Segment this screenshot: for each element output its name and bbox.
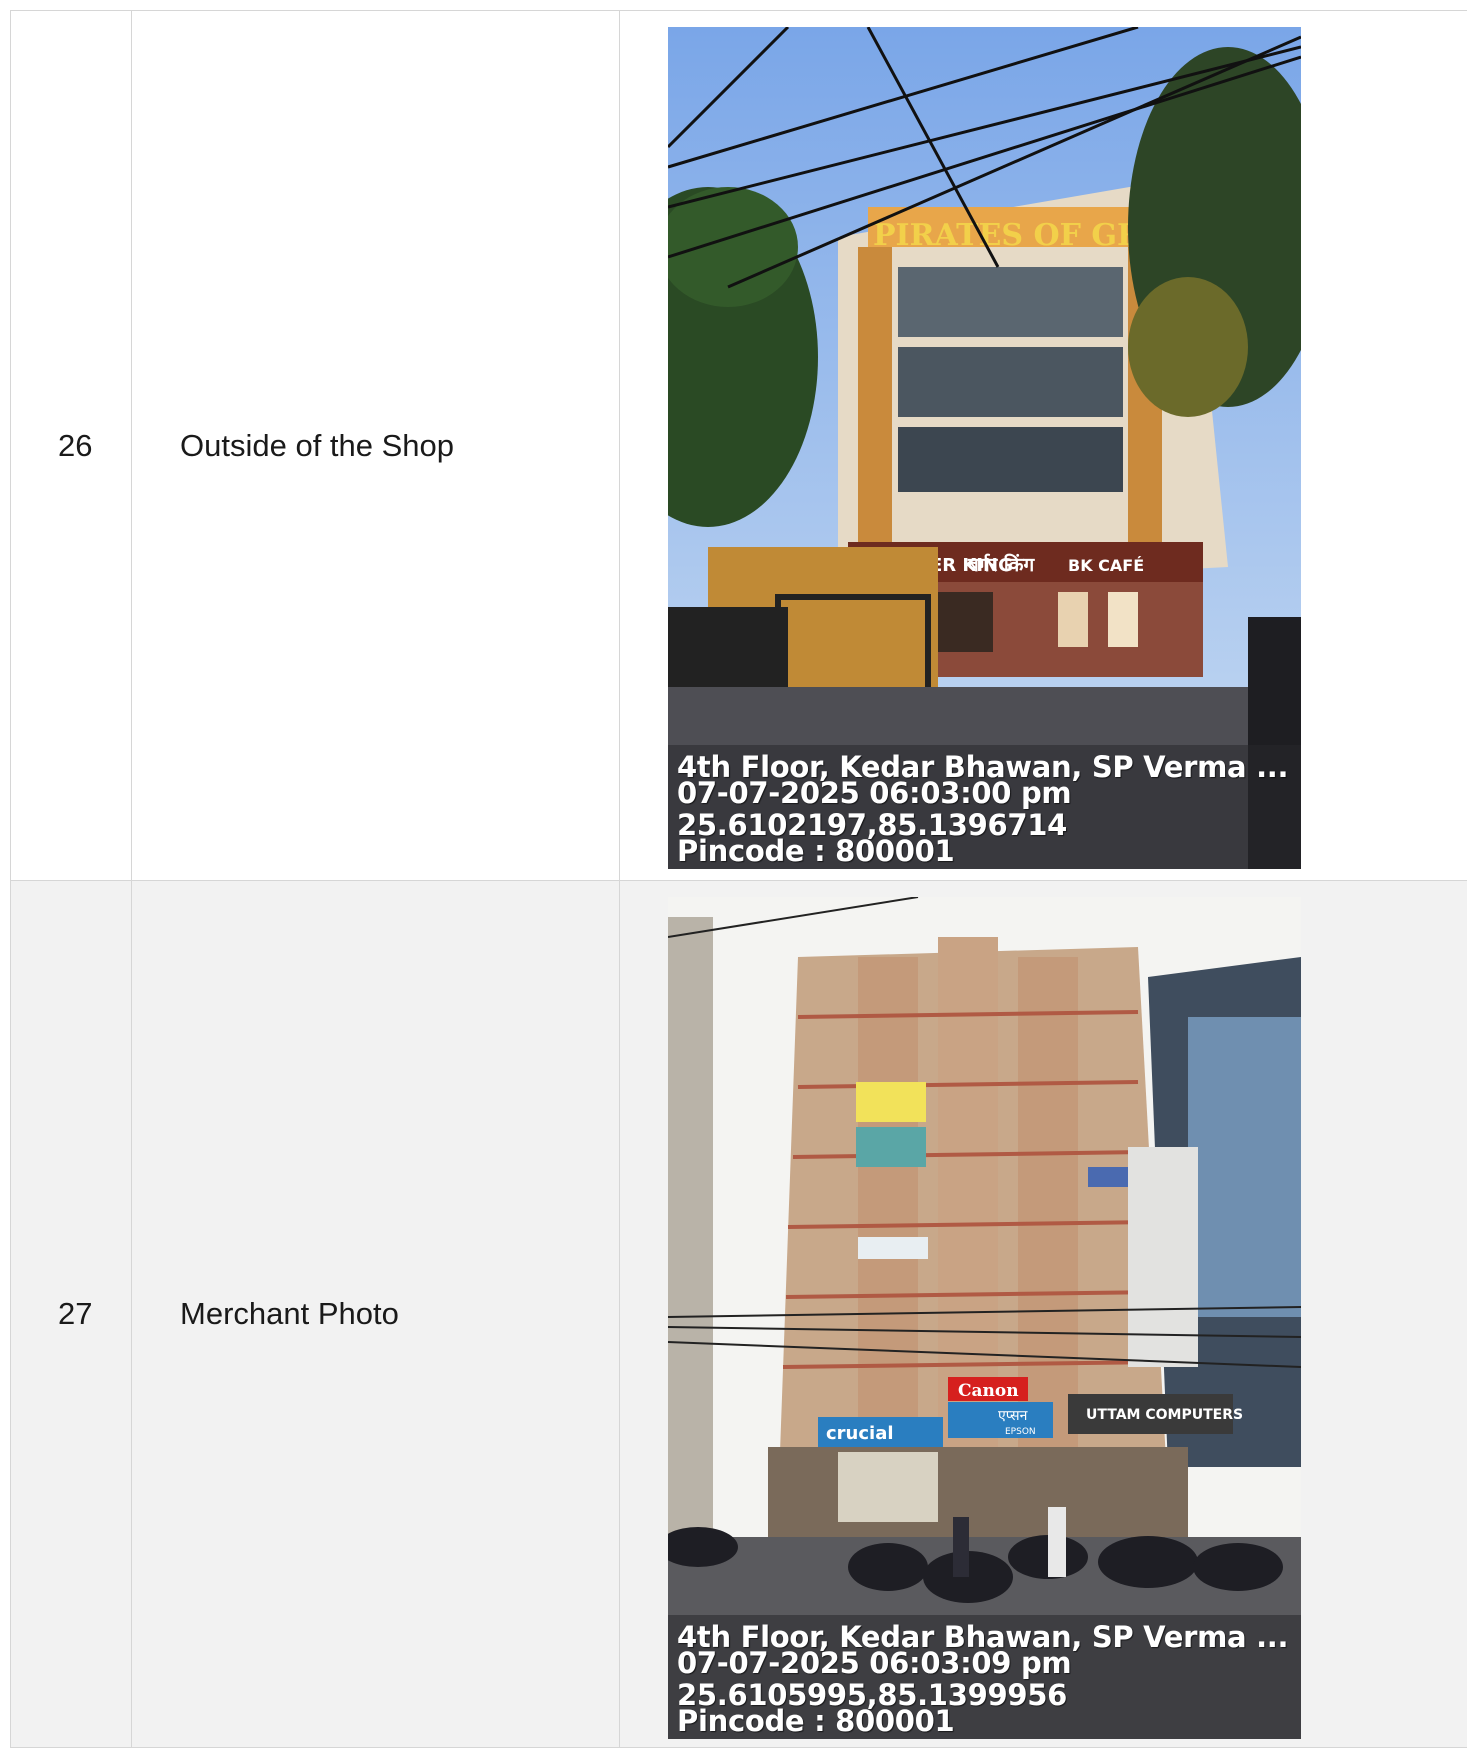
canon-sign: Canon [958, 1381, 1019, 1401]
row-label: Merchant Photo [180, 1296, 399, 1331]
storefront-image: PIRATES OF GRILL BURGER KING बर्गर किंग … [668, 27, 1301, 869]
row-label-cell: Merchant Photo [131, 881, 619, 1747]
stamp-datetime: 07-07-2025 06:03:09 pm [677, 1646, 1072, 1680]
geo-stamp: 4th Floor, Kedar Bhawan, SP Verma ... 07… [668, 1615, 1301, 1739]
table-row: 26 Outside of the Shop PIRATES OF GRILL … [10, 11, 1467, 881]
shop-sign: UTTAM COMPUTERS [1086, 1407, 1243, 1423]
merchant-photo[interactable]: Canon एप्सन EPSON crucial UTTAM COMPUTER… [668, 897, 1301, 1739]
crucial-sign: crucial [826, 1423, 894, 1444]
store-sign-hindi: बर्गर किंग [967, 553, 1035, 576]
table-row: 27 Merchant Photo Canon एप्सन EPSON cruc… [10, 881, 1467, 1748]
epson-sign-hindi: एप्सन [998, 1408, 1028, 1424]
row-number: 26 [58, 427, 93, 463]
geo-stamp: 4th Floor, Kedar Bhawan, SP Verma ... 07… [668, 745, 1301, 869]
stamp-datetime: 07-07-2025 06:03:00 pm [677, 776, 1072, 810]
photo-cell: PIRATES OF GRILL BURGER KING बर्गर किंग … [619, 11, 1467, 880]
building-image: Canon एप्सन EPSON crucial UTTAM COMPUTER… [668, 897, 1301, 1739]
stamp-pincode: Pincode : 800001 [677, 834, 955, 868]
row-number: 27 [58, 1296, 93, 1331]
row-label-cell: Outside of the Shop [131, 11, 619, 880]
photo-cell: Canon एप्सन EPSON crucial UTTAM COMPUTER… [619, 881, 1467, 1747]
row-label: Outside of the Shop [180, 427, 455, 463]
row-number-cell: 27 [10, 881, 131, 1747]
cafe-sign: BK CAFÉ [1068, 556, 1144, 575]
shop-outside-photo[interactable]: PIRATES OF GRILL BURGER KING बर्गर किंग … [668, 27, 1301, 869]
row-number-cell: 26 [10, 11, 131, 880]
epson-sign: EPSON [1005, 1427, 1036, 1437]
photo-table: 26 Outside of the Shop PIRATES OF GRILL … [10, 10, 1467, 1748]
stamp-pincode: Pincode : 800001 [677, 1704, 955, 1738]
